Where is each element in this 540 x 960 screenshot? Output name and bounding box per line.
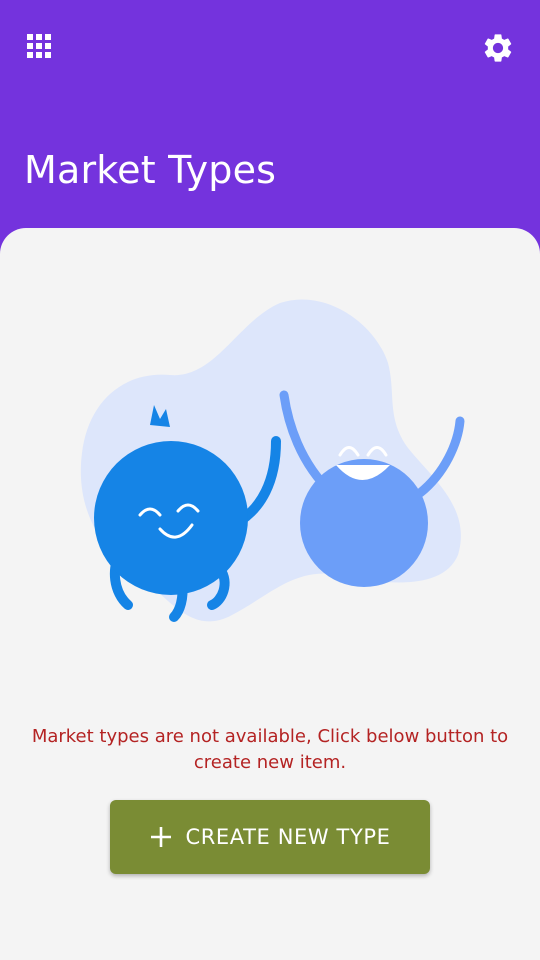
plus-icon	[151, 827, 172, 847]
gear-icon[interactable]	[481, 31, 515, 65]
content-card: Market types are not available, Click be…	[0, 228, 540, 960]
happy-characters-illustration	[80, 299, 465, 622]
app-header: Market Types	[0, 0, 540, 250]
create-new-type-button[interactable]: CREATE NEW TYPE	[110, 800, 430, 874]
create-new-type-label: CREATE NEW TYPE	[185, 825, 391, 849]
page-title: Market Types	[24, 148, 277, 192]
empty-state-message: Market types are not available, Click be…	[31, 726, 509, 773]
apps-grid-icon[interactable]	[27, 34, 57, 64]
